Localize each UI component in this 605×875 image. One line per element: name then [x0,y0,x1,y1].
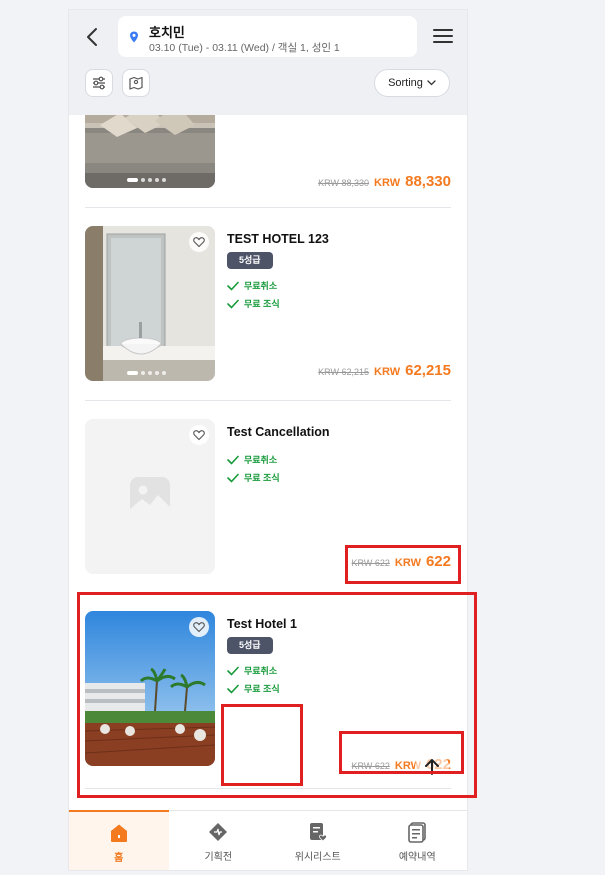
price-block: KRW 62,215 KRW 62,215 [318,362,451,379]
currency-label: KRW [394,557,421,569]
hotel-list[interactable]: KRW 88,330 KRW 88,330 TEST HOTEL 123 5성급… [69,115,467,810]
hotel-card[interactable]: Test Hotel 1 5성급 무료취소 무료 조식 KRW 622 KRW … [85,611,451,773]
check-icon [227,299,239,309]
check-icon [227,473,239,483]
original-price: KRW 622 [351,558,390,568]
hotel-image[interactable] [85,611,215,766]
perk-free-cancel: 무료취소 [227,664,277,677]
current-price: 62,215 [405,362,451,379]
heart-icon [193,237,205,248]
hotel-card[interactable]: Test Cancellation 무료취소 무료 조식 KRW 622 KRW… [85,419,451,579]
nav-home-label: 홈 [114,853,124,864]
nav-wishlist-label: 위시리스트 [294,852,341,863]
search-location: 호치민 [149,25,185,40]
check-icon [227,666,239,676]
search-summary[interactable]: 호치민 03.10 (Tue) - 03.11 (Wed) / 객실 1, 성인… [118,16,417,57]
nav-reservations[interactable]: 예약내역 [368,811,468,870]
divider [85,788,451,789]
search-header: 호치민 03.10 (Tue) - 03.11 (Wed) / 객실 1, 성인… [69,10,467,115]
hotel-image[interactable] [85,226,215,381]
sort-label: Sorting [388,77,423,89]
bottom-nav: 홈 기획전 위시리스트 예약내역 [69,810,467,870]
search-dates: 03.10 (Tue) - 03.11 (Wed) / 객실 1, 성인 1 [149,42,340,54]
check-icon [227,281,239,291]
hotel-name[interactable]: Test Hotel 1 [227,617,297,631]
filter-button[interactable] [85,69,113,97]
original-price: KRW 62,215 [318,367,370,377]
carousel-dots [127,371,166,375]
wishlist-button[interactable] [189,232,209,252]
wishlist-icon [309,823,327,842]
hotel-card[interactable]: KRW 88,330 KRW 88,330 [85,115,451,193]
nav-promotion-label: 기획전 [204,852,233,863]
perk-free-breakfast: 무료 조식 [227,471,280,484]
hotel-name[interactable]: TEST HOTEL 123 [227,232,329,246]
perk-free-breakfast: 무료 조식 [227,297,280,310]
heart-icon [193,430,205,441]
hotel-card[interactable]: TEST HOTEL 123 5성급 무료취소 무료 조식 KRW 62,215… [85,226,451,386]
nav-home[interactable]: 홈 [69,810,169,870]
carousel-dots [127,178,166,182]
home-icon [110,824,127,842]
location-pin-icon [130,31,138,43]
chevron-left-icon [87,28,97,46]
nav-wishlist[interactable]: 위시리스트 [268,811,368,870]
back-button[interactable] [81,25,105,49]
nav-reservations-label: 예약내역 [398,852,436,863]
price-block: KRW 622 KRW 622 [352,553,451,570]
hotel-image-placeholder[interactable] [85,419,215,574]
perk-free-cancel: 무료취소 [227,279,277,292]
filter-sliders-icon [93,76,105,90]
current-price: 622 [425,553,451,570]
arrow-up-icon [425,759,439,775]
perk-free-breakfast: 무료 조식 [227,682,280,695]
nav-promotion[interactable]: 기획전 [169,811,269,870]
map-button[interactable] [122,69,150,97]
scroll-top-button[interactable] [415,750,449,784]
divider [85,207,451,208]
hotel-image[interactable] [85,115,215,188]
original-price: KRW 622 [351,761,390,771]
star-rating-badge: 5성급 [227,637,273,654]
chevron-down-icon [427,80,436,86]
heart-icon [193,622,205,633]
currency-label: KRW [374,366,401,378]
perk-free-cancel: 무료취소 [227,453,277,466]
map-icon [129,76,143,90]
menu-button[interactable] [432,26,454,46]
hamburger-icon [433,29,453,43]
check-icon [227,455,239,465]
wishlist-button[interactable] [189,617,209,637]
promotion-icon [209,823,228,841]
currency-label: KRW [374,177,401,189]
divider [85,593,451,594]
image-placeholder-icon [130,477,170,517]
divider [85,400,451,401]
check-icon [227,684,239,694]
price-block: KRW 88,330 KRW 88,330 [318,173,451,190]
wishlist-button[interactable] [189,425,209,445]
sort-dropdown[interactable]: Sorting [374,69,450,97]
current-price: 88,330 [405,173,451,190]
star-rating-badge: 5성급 [227,252,273,269]
reservation-icon [408,822,427,843]
app-screen: 호치민 03.10 (Tue) - 03.11 (Wed) / 객실 1, 성인… [69,10,467,870]
hotel-name[interactable]: Test Cancellation [227,425,330,439]
original-price: KRW 88,330 [318,178,370,188]
